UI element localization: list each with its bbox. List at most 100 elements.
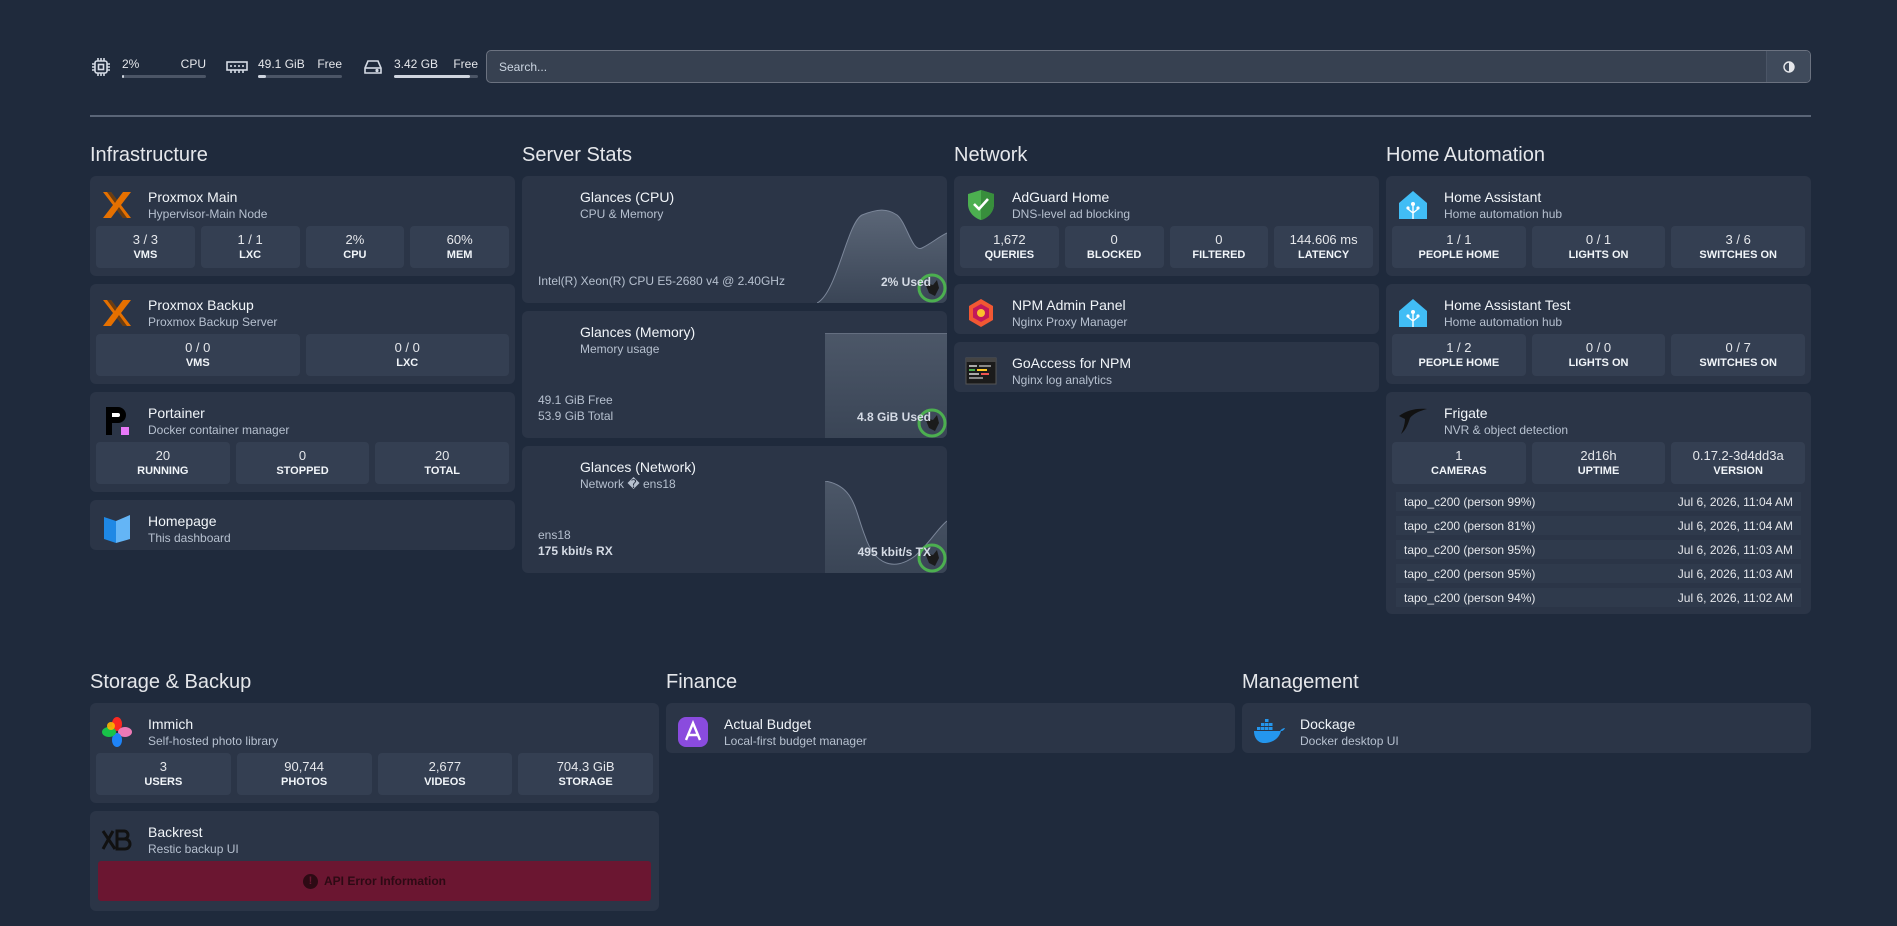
- proxmox-icon: [100, 296, 134, 330]
- disk-label: Free: [453, 56, 478, 71]
- event-row[interactable]: tapo_c200 (person 95%) Jul 6, 2026, 11:03…: [1396, 540, 1801, 559]
- service-glances-memory[interactable]: Glances (Memory) Memory usage 49.1 GiB Fr…: [522, 311, 947, 438]
- event-row[interactable]: tapo_c200 (person 95%) Jul 6, 2026, 11:03…: [1396, 564, 1801, 583]
- group-storage-backup: Storage & Backup Immich Self-hosted photo…: [90, 668, 659, 919]
- disk-icon: [362, 56, 384, 78]
- widget-block: 2% CPU: [305, 226, 405, 268]
- widget-blocks: 1,672 QUERIES 0 BLOCKED 0 FILTERED 144.606 ms L…: [954, 226, 1379, 276]
- search-input[interactable]: Search...: [486, 50, 1811, 83]
- group-title: Storage & Backup: [90, 671, 252, 693]
- home-assistant-icon: [1396, 296, 1430, 330]
- group-title: Server Stats: [522, 144, 633, 166]
- widget-block: 1,672 QUERIES: [960, 226, 1059, 268]
- service-adguard[interactable]: AdGuard Home DNS-level ad blocking 1,672 Q…: [954, 176, 1379, 276]
- widget-block: 0 FILTERED: [1169, 226, 1269, 268]
- event-row[interactable]: tapo_c200 (person 99%) Jul 6, 2026, 11:04…: [1396, 492, 1801, 511]
- widget-blocks: 1 CAMERAS 2d16h UPTIME 0.17.2-3d4dd3a VERSION: [1386, 442, 1811, 492]
- service-description: Proxmox Backup Server: [148, 315, 278, 329]
- service-name: GoAccess for NPM: [1012, 355, 1132, 371]
- event-time: Jul 6, 2026, 11:03 AM: [1677, 566, 1793, 581]
- block-value: 144.606 ms: [1289, 231, 1358, 247]
- widget-block: 60% MEM: [410, 226, 509, 268]
- service-home-assistant[interactable]: Home Assistant Home automation hub 1 / 1P…: [1386, 176, 1811, 276]
- service-name: Immich: [148, 716, 194, 732]
- group-finance: Finance Actual Budget Local-first budget …: [666, 668, 1235, 761]
- actual-budget-icon: [676, 715, 710, 749]
- widget-block: 1 / 1 LXC: [200, 226, 300, 268]
- service-portainer[interactable]: Portainer Docker container manager 20 RUNN…: [90, 392, 515, 492]
- service-glances-network[interactable]: Glances (Network) Network � ens18 ens18 17…: [522, 446, 947, 573]
- event-name: tapo_c200 (person 95%): [1404, 542, 1536, 557]
- proxmox-icon: [100, 188, 134, 222]
- goaccess-icon: [964, 354, 998, 388]
- docker-whale-icon: [1252, 715, 1286, 749]
- service-name: Frigate: [1444, 405, 1488, 421]
- service-description: Docker container manager: [148, 423, 290, 437]
- service-name: Proxmox Backup: [148, 297, 254, 313]
- widget-block: 0 / 7 SWITCHES ON: [1671, 334, 1806, 376]
- block-value: 3 / 3: [132, 231, 159, 247]
- widget-block: 0.17.2-3d4dd3a VERSION: [1671, 442, 1806, 484]
- block-value: 1: [1455, 447, 1463, 463]
- service-frigate[interactable]: Frigate NVR & object detection 1 CAMERAS 2d…: [1386, 392, 1811, 614]
- event-row[interactable]: tapo_c200 (person 81%) Jul 6, 2026, 11:04…: [1396, 516, 1801, 535]
- service-description: Network � ens18: [580, 477, 676, 491]
- service-homepage[interactable]: Homepage This dashboard: [90, 500, 515, 550]
- block-value: 2d16h: [1580, 447, 1617, 463]
- memory-icon: [226, 56, 248, 78]
- service-immich[interactable]: Immich Self-hosted photo library 3 USERS 90…: [90, 703, 659, 803]
- cpu-label: CPU: [180, 56, 206, 71]
- block-label: CAMERAS: [1431, 464, 1487, 477]
- block-value: 3 / 6: [1725, 231, 1751, 247]
- widget-blocks: 1 / 2 PEOPLE HOME 0 / 0 LIGHTS ON 0 / 7 SWITC…: [1386, 334, 1811, 384]
- service-name: Homepage: [148, 513, 217, 529]
- block-label: SWITCHES ON: [1699, 248, 1777, 261]
- service-name: Proxmox Main: [148, 189, 238, 205]
- service-npm[interactable]: NPM Admin Panel Nginx Proxy Manager: [954, 284, 1379, 334]
- block-value: 3: [159, 758, 167, 774]
- group-title: Infrastructure: [90, 144, 208, 166]
- cpu-used: 2% Used: [880, 275, 931, 289]
- block-label: USERS: [144, 775, 183, 788]
- service-actual-budget[interactable]: Actual Budget Local-first budget manager: [666, 703, 1235, 753]
- service-backrest[interactable]: Backrest Restic backup UI ! API Error Info…: [90, 811, 659, 911]
- network-tx: 495 kbit/s TX: [857, 545, 931, 559]
- ram-value: 49.1 GiB: [258, 56, 305, 71]
- search-placeholder: Search...: [499, 59, 548, 74]
- service-name: AdGuard Home: [1012, 189, 1110, 205]
- service-description: Restic backup UI: [148, 842, 239, 856]
- block-label: PEOPLE HOME: [1418, 356, 1500, 369]
- block-label: LIGHTS ON: [1568, 248, 1629, 261]
- widget-block: 704.3 GiB STORAGE: [518, 753, 653, 795]
- event-name: tapo_c200 (person 81%): [1404, 518, 1536, 533]
- service-name: Actual Budget: [724, 716, 812, 732]
- widget-block: 1 / 2 PEOPLE HOME: [1392, 334, 1526, 376]
- backrest-icon: [100, 823, 134, 857]
- service-name: Glances (Network): [580, 459, 696, 475]
- block-label: LXC: [396, 356, 419, 369]
- cpu-stat: 2% CPU: [90, 56, 206, 78]
- block-label: RUNNING: [137, 464, 189, 477]
- memory-total: 53.9 GiB Total: [538, 409, 614, 423]
- service-glances-cpu[interactable]: Glances (CPU) CPU & Memory Intel(R) Xeon(…: [522, 176, 947, 303]
- service-dockage[interactable]: Dockage Docker desktop UI: [1242, 703, 1811, 753]
- portainer-icon: [100, 404, 134, 438]
- block-label: TOTAL: [424, 464, 460, 477]
- service-proxmox-main[interactable]: Proxmox Main Hypervisor-Main Node 3 / 3 VM…: [90, 176, 515, 276]
- search-engine-button[interactable]: [1766, 51, 1810, 82]
- event-row[interactable]: tapo_c200 (person 94%) Jul 6, 2026, 11:02…: [1396, 588, 1801, 607]
- service-description: Self-hosted photo library: [148, 734, 279, 748]
- block-label: PHOTOS: [280, 775, 328, 788]
- service-home-assistant-test[interactable]: Home Assistant Test Home automation hub 1…: [1386, 284, 1811, 384]
- service-proxmox-backup[interactable]: Proxmox Backup Proxmox Backup Server 0 / …: [90, 284, 515, 384]
- api-error-banner[interactable]: ! API Error Information: [98, 861, 651, 901]
- homepage-icon: [100, 512, 134, 546]
- service-name: Glances (CPU): [580, 189, 675, 205]
- cpu-value: 2%: [122, 56, 140, 71]
- network-interface: ens18: [538, 528, 571, 542]
- service-goaccess[interactable]: GoAccess for NPM Nginx log analytics: [954, 342, 1379, 392]
- search-engine-icon: [1782, 60, 1795, 73]
- service-description: Nginx log analytics: [1012, 373, 1113, 387]
- memory-free: 49.1 GiB Free: [538, 393, 613, 407]
- network-rx: 175 kbit/s RX: [538, 544, 613, 558]
